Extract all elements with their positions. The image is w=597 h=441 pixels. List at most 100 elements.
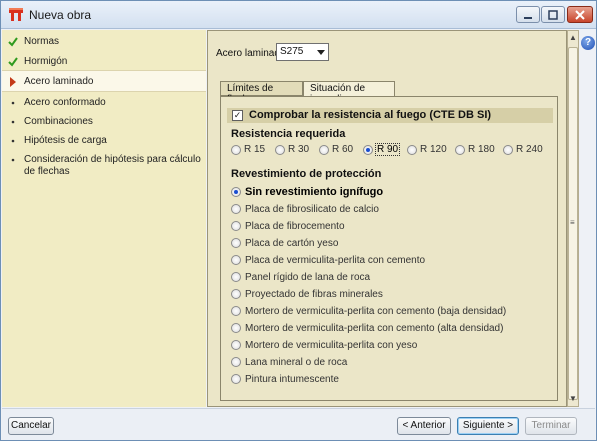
radio-icon (231, 357, 241, 367)
radio-icon (231, 272, 241, 282)
radio-icon (503, 145, 513, 155)
previous-button[interactable]: < Anterior (397, 417, 451, 435)
radio-label: Lana mineral o de roca (245, 357, 348, 368)
radio-label: R 120 (420, 144, 447, 155)
radio-label: Panel rígido de lana de roca (245, 272, 371, 283)
sidebar-item-label: Combinaciones (24, 116, 93, 127)
sidebar-item-hormigon[interactable]: Hormigón (2, 52, 206, 72)
steel-grade-select[interactable]: S275 (276, 43, 329, 61)
radio-icon (231, 238, 241, 248)
close-icon (575, 9, 585, 20)
vertical-scrollbar[interactable]: ▲ ≡ ▼ (567, 30, 579, 407)
radio-carton-yeso[interactable]: Placa de cartón yeso (231, 236, 551, 253)
radio-vermiculita-cemento-placa[interactable]: Placa de vermiculita-perlita con cemento (231, 253, 551, 270)
radio-label: Pintura intumescente (245, 374, 339, 385)
cancel-button[interactable]: Cancelar (8, 417, 54, 435)
radio-fibras-minerales[interactable]: Proyectado de fibras minerales (231, 287, 551, 304)
radio-mortero-alta-densidad[interactable]: Mortero de vermiculita-perlita con cemen… (231, 321, 551, 338)
radio-icon (319, 145, 329, 155)
title-bar: Nueva obra (1, 1, 596, 29)
minimize-icon (524, 16, 532, 19)
help-icon[interactable]: ? (581, 36, 595, 50)
sidebar-item-hipotesis-flechas[interactable]: Consideración de hipótesis para cálculo … (2, 150, 206, 178)
radio-label: Proyectado de fibras minerales (245, 289, 383, 300)
scroll-up-icon[interactable]: ▲ (568, 32, 578, 44)
wizard-footer: Cancelar < Anterior Siguiente > Terminar (2, 408, 595, 440)
radio-icon (231, 145, 241, 155)
radio-label: Mortero de vermiculita-perlita con cemen… (245, 306, 507, 317)
close-button[interactable] (567, 6, 593, 23)
radio-icon (231, 255, 241, 265)
sidebar-item-acero-laminado[interactable]: Acero laminado (2, 70, 206, 92)
radio-label: Sin revestimiento ignífugo (245, 186, 384, 198)
arrow-icon (10, 77, 16, 87)
sidebar-item-label: Consideración de hipótesis para cálculo … (24, 154, 201, 177)
fire-situation-panel: ✓ Comprobar la resistencia al fuego (CTE… (220, 96, 558, 401)
radio-label: R 240 (516, 144, 543, 155)
wizard-window: Nueva obra Normas Hormigón Acero laminad… (0, 0, 597, 441)
scrollbar-thumb[interactable]: ≡ (568, 47, 578, 400)
fire-resistance-label: Comprobar la resistencia al fuego (CTE D… (249, 109, 492, 121)
radio-icon (231, 374, 241, 384)
sidebar-item-hipotesis-carga[interactable]: Hipótesis de carga (2, 131, 206, 151)
sidebar-item-label: Hormigón (24, 56, 68, 67)
bullet-icon (11, 120, 15, 124)
sidebar-item-label: Acero laminado (24, 76, 94, 87)
radio-pintura-intumescente[interactable]: Pintura intumescente (231, 372, 551, 389)
radio-icon (407, 145, 417, 155)
minimize-button[interactable] (516, 6, 540, 23)
finish-button[interactable]: Terminar (525, 417, 577, 435)
tab-limites-flecha[interactable]: Límites de flecha (220, 81, 303, 105)
maximize-icon (548, 9, 558, 20)
radio-label: Mortero de vermiculita-perlita con yeso (245, 340, 418, 351)
chevron-down-icon (317, 50, 325, 55)
radio-selected-icon (231, 187, 241, 197)
radio-label: Mortero de vermiculita-perlita con cemen… (245, 323, 504, 334)
radio-sin-revestimiento[interactable]: Sin revestimiento ignífugo (231, 185, 551, 202)
radio-icon (231, 289, 241, 299)
coating-heading: Revestimiento de protección (231, 168, 382, 180)
radio-label: Placa de vermiculita-perlita con cemento (245, 255, 426, 266)
radio-label: R 180 (468, 144, 495, 155)
check-icon (8, 57, 18, 67)
check-icon (8, 37, 18, 47)
maximize-button[interactable] (541, 6, 565, 23)
radio-label: R 60 (332, 144, 354, 155)
radio-icon (231, 204, 241, 214)
content-panel: Acero laminado S275 Límites de flecha Si… (207, 30, 567, 407)
sidebar-item-combinaciones[interactable]: Combinaciones (2, 112, 206, 132)
grip-icon: ≡ (570, 218, 575, 227)
radio-icon (275, 145, 285, 155)
radio-mortero-baja-densidad[interactable]: Mortero de vermiculita-perlita con cemen… (231, 304, 551, 321)
steel-grade-value: S275 (280, 46, 304, 57)
scroll-down-icon[interactable]: ▼ (568, 393, 578, 405)
radio-fibrosilicato[interactable]: Placa de fibrosilicato de calcio (231, 202, 551, 219)
radio-mortero-yeso[interactable]: Mortero de vermiculita-perlita con yeso (231, 338, 551, 355)
bullet-icon (11, 158, 15, 162)
radio-icon (231, 306, 241, 316)
radio-label: Placa de cartón yeso (245, 238, 339, 249)
tab-situacion-incendio[interactable]: Situación de incendio (303, 81, 395, 105)
radio-selected-icon (363, 145, 373, 155)
fire-resistance-checkbox[interactable]: ✓ (232, 110, 243, 121)
sidebar-item-acero-conformado[interactable]: Acero conformado (2, 93, 206, 113)
sidebar-item-label: Hipótesis de carga (24, 135, 107, 146)
next-button[interactable]: Siguiente > (457, 417, 519, 435)
radio-icon (231, 323, 241, 333)
radio-label: R 90 (375, 143, 401, 156)
radio-label: R 15 (244, 144, 266, 155)
sidebar-item-normas[interactable]: Normas (2, 32, 206, 52)
fire-resistance-checkbox-row[interactable]: ✓ Comprobar la resistencia al fuego (CTE… (227, 108, 553, 123)
bullet-icon (11, 101, 15, 105)
radio-lana-mineral[interactable]: Lana mineral o de roca (231, 355, 551, 372)
radio-label: R 30 (288, 144, 310, 155)
required-resistance-heading: Resistencia requerida (231, 128, 346, 140)
radio-label: Placa de fibrosilicato de calcio (245, 204, 379, 215)
radio-label: Placa de fibrocemento (245, 221, 345, 232)
radio-lana-roca-panel[interactable]: Panel rígido de lana de roca (231, 270, 551, 287)
radio-icon (231, 221, 241, 231)
wizard-steps-sidebar: Normas Hormigón Acero laminado Acero con… (2, 30, 206, 407)
bullet-icon (11, 139, 15, 143)
radio-fibrocemento[interactable]: Placa de fibrocemento (231, 219, 551, 236)
app-logo-icon (9, 8, 23, 21)
